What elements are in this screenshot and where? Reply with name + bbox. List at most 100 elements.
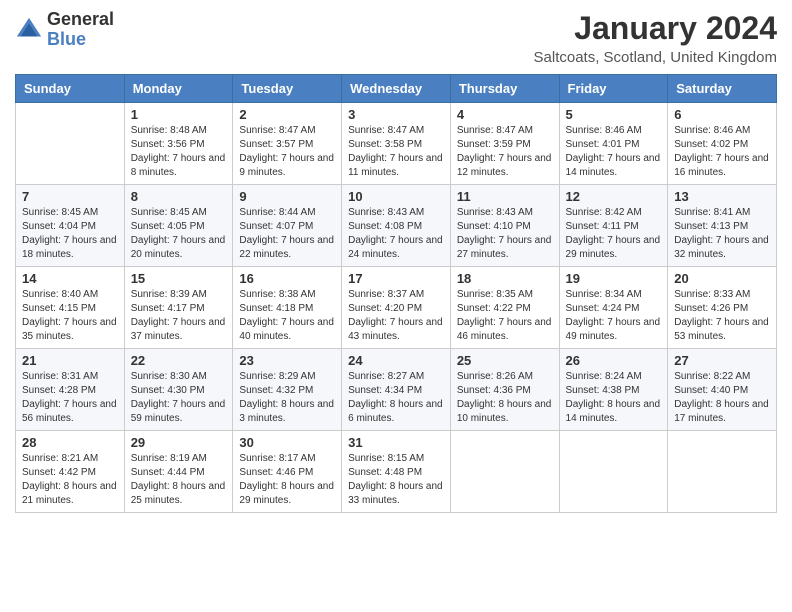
date-number: 6 — [674, 107, 770, 122]
cell-info: Sunrise: 8:24 AMSunset: 4:38 PMDaylight:… — [566, 370, 662, 426]
cell-1-5: 12 Sunrise: 8:42 AMSunset: 4:11 PMDaylig… — [559, 185, 668, 267]
cell-info: Sunrise: 8:27 AMSunset: 4:34 PMDaylight:… — [348, 370, 444, 426]
cell-1-3: 10 Sunrise: 8:43 AMSunset: 4:08 PMDaylig… — [342, 185, 451, 267]
cell-info: Sunrise: 8:43 AMSunset: 4:08 PMDaylight:… — [348, 206, 444, 262]
cell-1-4: 11 Sunrise: 8:43 AMSunset: 4:10 PMDaylig… — [450, 185, 559, 267]
location-title: Saltcoats, Scotland, United Kingdom — [534, 49, 777, 66]
date-number: 28 — [22, 435, 118, 450]
cell-info: Sunrise: 8:40 AMSunset: 4:15 PMDaylight:… — [22, 288, 118, 344]
cell-1-6: 13 Sunrise: 8:41 AMSunset: 4:13 PMDaylig… — [668, 185, 777, 267]
cell-info: Sunrise: 8:26 AMSunset: 4:36 PMDaylight:… — [457, 370, 553, 426]
cell-info: Sunrise: 8:33 AMSunset: 4:26 PMDaylight:… — [674, 288, 770, 344]
cell-2-3: 17 Sunrise: 8:37 AMSunset: 4:20 PMDaylig… — [342, 267, 451, 349]
cell-2-5: 19 Sunrise: 8:34 AMSunset: 4:24 PMDaylig… — [559, 267, 668, 349]
date-number: 24 — [348, 353, 444, 368]
cell-info: Sunrise: 8:47 AMSunset: 3:58 PMDaylight:… — [348, 124, 444, 180]
date-number: 11 — [457, 189, 553, 204]
cell-2-4: 18 Sunrise: 8:35 AMSunset: 4:22 PMDaylig… — [450, 267, 559, 349]
header-thursday: Thursday — [450, 75, 559, 103]
cell-info: Sunrise: 8:44 AMSunset: 4:07 PMDaylight:… — [239, 206, 335, 262]
cell-4-6 — [668, 431, 777, 513]
cell-info: Sunrise: 8:17 AMSunset: 4:46 PMDaylight:… — [239, 452, 335, 508]
date-number: 19 — [566, 271, 662, 286]
cell-info: Sunrise: 8:46 AMSunset: 4:01 PMDaylight:… — [566, 124, 662, 180]
header-sunday: Sunday — [16, 75, 125, 103]
header-monday: Monday — [124, 75, 233, 103]
date-number: 3 — [348, 107, 444, 122]
logo-icon — [15, 16, 43, 44]
cell-2-6: 20 Sunrise: 8:33 AMSunset: 4:26 PMDaylig… — [668, 267, 777, 349]
cell-info: Sunrise: 8:38 AMSunset: 4:18 PMDaylight:… — [239, 288, 335, 344]
cell-2-1: 15 Sunrise: 8:39 AMSunset: 4:17 PMDaylig… — [124, 267, 233, 349]
date-number: 20 — [674, 271, 770, 286]
header-friday: Friday — [559, 75, 668, 103]
date-number: 8 — [131, 189, 227, 204]
cell-0-4: 4 Sunrise: 8:47 AMSunset: 3:59 PMDayligh… — [450, 103, 559, 185]
date-number: 29 — [131, 435, 227, 450]
cell-info: Sunrise: 8:31 AMSunset: 4:28 PMDaylight:… — [22, 370, 118, 426]
cell-0-1: 1 Sunrise: 8:48 AMSunset: 3:56 PMDayligh… — [124, 103, 233, 185]
week-row-0: 1 Sunrise: 8:48 AMSunset: 3:56 PMDayligh… — [16, 103, 777, 185]
cell-0-6: 6 Sunrise: 8:46 AMSunset: 4:02 PMDayligh… — [668, 103, 777, 185]
cell-2-2: 16 Sunrise: 8:38 AMSunset: 4:18 PMDaylig… — [233, 267, 342, 349]
cell-info: Sunrise: 8:34 AMSunset: 4:24 PMDaylight:… — [566, 288, 662, 344]
cell-1-0: 7 Sunrise: 8:45 AMSunset: 4:04 PMDayligh… — [16, 185, 125, 267]
date-number: 21 — [22, 353, 118, 368]
header-tuesday: Tuesday — [233, 75, 342, 103]
date-number: 1 — [131, 107, 227, 122]
week-row-1: 7 Sunrise: 8:45 AMSunset: 4:04 PMDayligh… — [16, 185, 777, 267]
cell-3-5: 26 Sunrise: 8:24 AMSunset: 4:38 PMDaylig… — [559, 349, 668, 431]
cell-4-1: 29 Sunrise: 8:19 AMSunset: 4:44 PMDaylig… — [124, 431, 233, 513]
cell-3-2: 23 Sunrise: 8:29 AMSunset: 4:32 PMDaylig… — [233, 349, 342, 431]
cell-info: Sunrise: 8:47 AMSunset: 3:59 PMDaylight:… — [457, 124, 553, 180]
cell-info: Sunrise: 8:45 AMSunset: 4:04 PMDaylight:… — [22, 206, 118, 262]
week-row-3: 21 Sunrise: 8:31 AMSunset: 4:28 PMDaylig… — [16, 349, 777, 431]
cell-3-0: 21 Sunrise: 8:31 AMSunset: 4:28 PMDaylig… — [16, 349, 125, 431]
date-number: 2 — [239, 107, 335, 122]
cell-1-1: 8 Sunrise: 8:45 AMSunset: 4:05 PMDayligh… — [124, 185, 233, 267]
logo-blue-text: Blue — [47, 30, 114, 50]
cell-info: Sunrise: 8:45 AMSunset: 4:05 PMDaylight:… — [131, 206, 227, 262]
cell-info: Sunrise: 8:41 AMSunset: 4:13 PMDaylight:… — [674, 206, 770, 262]
logo-general-text: General — [47, 10, 114, 30]
cell-info: Sunrise: 8:39 AMSunset: 4:17 PMDaylight:… — [131, 288, 227, 344]
cell-info: Sunrise: 8:19 AMSunset: 4:44 PMDaylight:… — [131, 452, 227, 508]
cell-info: Sunrise: 8:47 AMSunset: 3:57 PMDaylight:… — [239, 124, 335, 180]
date-number: 4 — [457, 107, 553, 122]
cell-info: Sunrise: 8:48 AMSunset: 3:56 PMDaylight:… — [131, 124, 227, 180]
cell-0-3: 3 Sunrise: 8:47 AMSunset: 3:58 PMDayligh… — [342, 103, 451, 185]
calendar-table: Sunday Monday Tuesday Wednesday Thursday… — [15, 74, 777, 513]
logo: General Blue — [15, 10, 114, 50]
cell-4-0: 28 Sunrise: 8:21 AMSunset: 4:42 PMDaylig… — [16, 431, 125, 513]
date-number: 26 — [566, 353, 662, 368]
date-number: 14 — [22, 271, 118, 286]
cell-4-5 — [559, 431, 668, 513]
cell-0-0 — [16, 103, 125, 185]
cell-0-2: 2 Sunrise: 8:47 AMSunset: 3:57 PMDayligh… — [233, 103, 342, 185]
logo-text: General Blue — [47, 10, 114, 50]
cell-info: Sunrise: 8:22 AMSunset: 4:40 PMDaylight:… — [674, 370, 770, 426]
cell-info: Sunrise: 8:30 AMSunset: 4:30 PMDaylight:… — [131, 370, 227, 426]
date-number: 30 — [239, 435, 335, 450]
date-number: 7 — [22, 189, 118, 204]
cell-1-2: 9 Sunrise: 8:44 AMSunset: 4:07 PMDayligh… — [233, 185, 342, 267]
date-number: 25 — [457, 353, 553, 368]
cell-3-3: 24 Sunrise: 8:27 AMSunset: 4:34 PMDaylig… — [342, 349, 451, 431]
date-number: 13 — [674, 189, 770, 204]
cell-info: Sunrise: 8:15 AMSunset: 4:48 PMDaylight:… — [348, 452, 444, 508]
date-number: 9 — [239, 189, 335, 204]
date-number: 31 — [348, 435, 444, 450]
date-number: 16 — [239, 271, 335, 286]
cell-info: Sunrise: 8:29 AMSunset: 4:32 PMDaylight:… — [239, 370, 335, 426]
date-number: 10 — [348, 189, 444, 204]
cell-4-4 — [450, 431, 559, 513]
header-wednesday: Wednesday — [342, 75, 451, 103]
week-row-2: 14 Sunrise: 8:40 AMSunset: 4:15 PMDaylig… — [16, 267, 777, 349]
calendar-header-row: Sunday Monday Tuesday Wednesday Thursday… — [16, 75, 777, 103]
cell-0-5: 5 Sunrise: 8:46 AMSunset: 4:01 PMDayligh… — [559, 103, 668, 185]
date-number: 17 — [348, 271, 444, 286]
week-row-4: 28 Sunrise: 8:21 AMSunset: 4:42 PMDaylig… — [16, 431, 777, 513]
title-block: January 2024 Saltcoats, Scotland, United… — [534, 10, 777, 66]
month-title: January 2024 — [534, 10, 777, 47]
date-number: 18 — [457, 271, 553, 286]
